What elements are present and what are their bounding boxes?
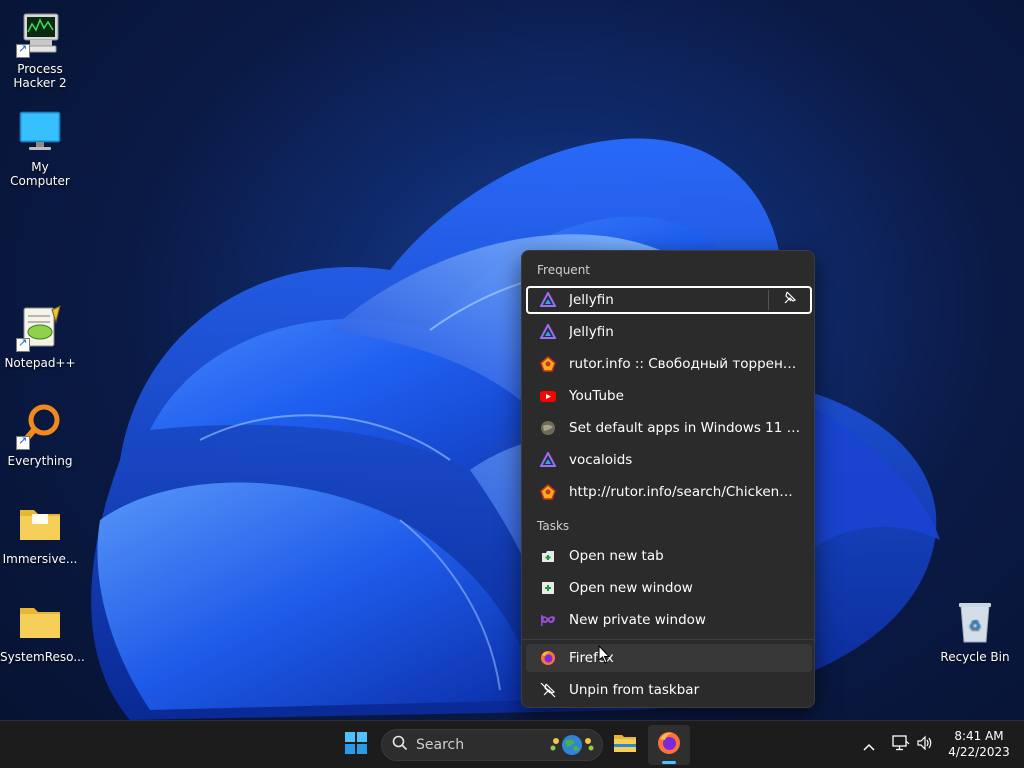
jumplist-item-label: Unpin from taskbar	[569, 682, 700, 698]
jellyfin-icon	[540, 452, 556, 468]
jellyfin-icon	[540, 292, 556, 308]
desktop-icon-label: Notepad++	[4, 356, 76, 370]
show-hidden-icons-button[interactable]	[858, 721, 880, 768]
everything-search-icon	[16, 402, 64, 450]
firefox-icon	[657, 731, 681, 759]
desktop-icon-label: My Computer	[10, 160, 70, 188]
jumplist-item-frequent[interactable]: Set default apps in Windows 11 (rest...	[526, 414, 812, 442]
desktop-icon-recycle-bin[interactable]: ♻ Recycle Bin	[935, 598, 1015, 664]
rutor-icon	[540, 356, 556, 372]
process-hacker-icon	[16, 10, 64, 58]
jumplist-item-label: http://rutor.info/search/Chicken%20...	[569, 484, 804, 500]
desktop-icon-systemresources[interactable]: SystemReso...	[0, 598, 85, 664]
desktop-icon-label: Hacker 2	[13, 76, 67, 90]
taskbar: Search 8:41 AM 4/22/2023	[0, 720, 1024, 768]
clock-time: 8:41 AM	[954, 729, 1004, 743]
jumplist-item-label: rutor.info :: Свободный торрент тр...	[569, 356, 804, 372]
jumplist-item-label: Set default apps in Windows 11 (rest...	[569, 420, 804, 436]
search-label: Search	[416, 737, 465, 753]
pin-button[interactable]	[768, 290, 808, 310]
desktop-icon-label: Immersive...	[2, 552, 78, 566]
file-explorer-icon	[613, 732, 637, 758]
youtube-icon	[540, 388, 556, 404]
new-private-window-task[interactable]: New private window	[526, 606, 812, 634]
jumplist-item-frequent[interactable]: vocaloids	[526, 446, 812, 474]
network-volume-tray[interactable]	[888, 721, 938, 768]
search-highlight-globe-icon	[548, 732, 596, 762]
jumplist-item-frequent[interactable]: Jellyfin	[526, 318, 812, 346]
mouse-cursor-icon	[598, 645, 610, 664]
clock-date: 4/22/2023	[948, 745, 1010, 759]
desktop-icon-everything[interactable]: Everything	[0, 402, 80, 468]
folder-icon	[16, 500, 64, 548]
file-explorer-taskbar-button[interactable]	[605, 725, 645, 765]
desktop-wallpaper	[91, 138, 940, 720]
jumplist-item-label: vocaloids	[569, 452, 633, 468]
new-tab-icon	[540, 548, 556, 564]
start-button[interactable]	[336, 725, 376, 765]
open-new-window-task[interactable]: Open new window	[526, 574, 812, 602]
volume-icon	[916, 735, 934, 755]
search-icon	[392, 735, 408, 755]
jumplist-divider	[522, 639, 814, 640]
desktop-icon-label: SystemReso...	[0, 650, 85, 664]
private-window-icon	[540, 612, 556, 628]
jumplist-item-label: New private window	[569, 612, 706, 628]
firefox-taskbar-button[interactable]	[648, 725, 690, 765]
jumplist-item-label: Jellyfin	[569, 324, 614, 340]
desktop-icon-immersive[interactable]: Immersive...	[0, 500, 80, 566]
new-window-icon	[540, 580, 556, 596]
running-indicator	[662, 761, 676, 764]
recycle-bin-icon: ♻	[951, 598, 999, 646]
taskbar-search-box[interactable]: Search	[381, 729, 603, 761]
firefox-jump-list: Frequent Jellyfin Jellyfin rutor.info ::…	[521, 250, 815, 708]
jumplist-item-frequent[interactable]: Jellyfin	[526, 286, 812, 314]
tasks-heading: Tasks	[537, 519, 570, 533]
desktop-icon-my-computer[interactable]: My Computer	[0, 108, 80, 188]
firefox-app-item[interactable]: Firefox	[526, 644, 812, 672]
network-icon	[892, 735, 910, 755]
jumplist-item-label: YouTube	[569, 388, 624, 404]
jumplist-item-frequent[interactable]: rutor.info :: Свободный торрент тр...	[526, 350, 812, 378]
monitor-icon	[16, 108, 64, 156]
open-new-tab-task[interactable]: Open new tab	[526, 542, 812, 570]
desktop-icon-process-hacker[interactable]: Process Hacker 2	[0, 10, 80, 90]
unpin-from-taskbar-item[interactable]: Unpin from taskbar	[526, 676, 812, 704]
notepad-plus-plus-icon	[16, 304, 64, 352]
desktop-icon-label: Process	[17, 62, 63, 76]
globe-icon	[540, 420, 556, 436]
unpin-icon	[540, 682, 556, 698]
jumplist-item-frequent[interactable]: YouTube	[526, 382, 812, 410]
firefox-icon	[540, 650, 556, 666]
folder-icon	[16, 598, 64, 646]
desktop-icon-notepad-plus-plus[interactable]: Notepad++	[0, 304, 80, 370]
jumplist-item-frequent[interactable]: http://rutor.info/search/Chicken%20...	[526, 478, 812, 506]
desktop-icon-label: Everything	[7, 454, 73, 468]
chevron-up-icon	[863, 736, 875, 755]
windows-logo-icon	[345, 732, 367, 758]
jumplist-item-label: Open new window	[569, 580, 693, 596]
svg-text:♻: ♻	[969, 618, 982, 634]
jellyfin-icon	[540, 324, 556, 340]
rutor-icon	[540, 484, 556, 500]
jumplist-item-label: Open new tab	[569, 548, 664, 564]
frequent-heading: Frequent	[537, 263, 590, 277]
pin-icon	[781, 290, 797, 310]
desktop-icon-label: Recycle Bin	[940, 650, 1010, 664]
taskbar-clock[interactable]: 8:41 AM 4/22/2023	[944, 728, 1014, 760]
